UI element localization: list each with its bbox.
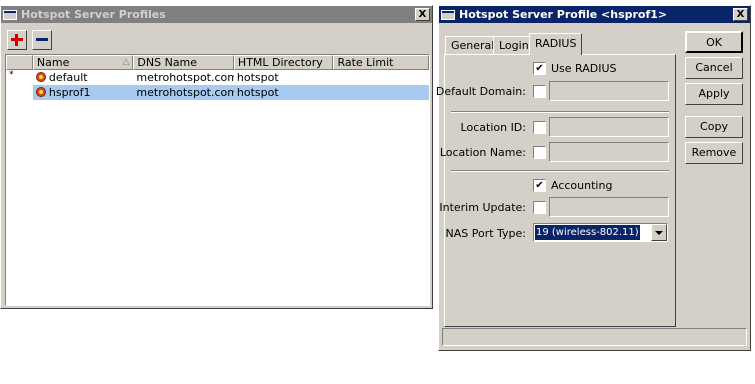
default-domain-label: Default Domain: <box>435 85 526 98</box>
window-icon <box>3 9 17 20</box>
cell-rate-limit <box>333 85 429 100</box>
location-id-checkbox[interactable] <box>533 121 546 134</box>
table-row[interactable]: hsprof1 metrohotspot.com hotspot <box>6 85 429 100</box>
cancel-button[interactable]: Cancel <box>685 57 743 79</box>
nas-port-type-label: NAS Port Type: <box>445 227 526 240</box>
accounting-label: Accounting <box>551 179 613 192</box>
row-marker <box>6 85 33 100</box>
profiles-table: Name △ DNS Name HTML Directory Rate Limi… <box>5 54 430 306</box>
profile-dialog-title: Hotspot Server Profile <hsprof1> <box>459 8 668 21</box>
location-id-field <box>549 117 669 137</box>
interim-update-label: Interim Update: <box>439 201 526 214</box>
table-row[interactable]: * default metrohotspot.com hotspot <box>6 70 429 85</box>
column-marker[interactable] <box>6 55 33 70</box>
profile-icon <box>35 72 46 82</box>
profiles-title: Hotspot Server Profiles <box>21 8 166 21</box>
close-button[interactable]: X <box>733 8 748 21</box>
location-name-label: Location Name: <box>439 146 526 159</box>
cell-dns-name: metrohotspot.com <box>136 86 234 99</box>
accounting-checkbox[interactable]: ✔ <box>533 179 546 192</box>
minus-icon <box>36 38 48 41</box>
interim-update-checkbox[interactable] <box>533 201 546 214</box>
column-rate-limit[interactable]: Rate Limit <box>333 55 429 70</box>
location-name-field <box>549 142 669 162</box>
window-icon <box>441 9 455 20</box>
cell-dns-name: metrohotspot.com <box>136 71 234 84</box>
cell-rate-limit <box>333 70 429 85</box>
location-name-checkbox[interactable] <box>533 146 546 159</box>
use-radius-checkbox[interactable]: ✔ <box>533 62 546 75</box>
status-bar <box>442 328 747 346</box>
cell-html-directory: hotspot <box>236 71 279 84</box>
nas-port-type-value: 19 (wireless-802.11) <box>535 225 640 240</box>
divider <box>451 111 669 113</box>
apply-button[interactable]: Apply <box>685 83 743 105</box>
remove-button[interactable] <box>32 30 52 50</box>
copy-button[interactable]: Copy <box>685 116 743 138</box>
profile-icon <box>35 87 46 97</box>
column-html-directory[interactable]: HTML Directory <box>233 55 334 70</box>
interim-update-field <box>549 197 669 217</box>
table-header: Name △ DNS Name HTML Directory Rate Limi… <box>6 55 429 70</box>
radius-tab-panel: ✔ Use RADIUS Default Domain: Location ID… <box>436 54 676 327</box>
chevron-down-icon[interactable] <box>651 224 667 241</box>
cell-name: hsprof1 <box>33 85 134 100</box>
default-domain-checkbox[interactable] <box>533 85 546 98</box>
ok-button[interactable]: OK <box>685 31 743 53</box>
add-button[interactable] <box>7 30 27 50</box>
use-radius-label: Use RADIUS <box>551 62 617 75</box>
tab-radius[interactable]: RADIUS <box>529 33 583 55</box>
cell-name: default <box>33 70 134 85</box>
close-button[interactable]: X <box>415 8 430 21</box>
profile-dialog-titlebar[interactable]: Hotspot Server Profile <hsprof1> X <box>439 6 750 23</box>
sort-ascending-icon: △ <box>122 57 130 67</box>
profile-dialog: Hotspot Server Profile <hsprof1> X Gener… <box>436 5 751 351</box>
profiles-titlebar[interactable]: Hotspot Server Profiles X <box>1 6 432 23</box>
profiles-window: Hotspot Server Profiles X Name △ DNS Nam… <box>0 5 433 309</box>
divider <box>451 170 669 172</box>
nas-port-type-select[interactable]: 19 (wireless-802.11) <box>533 223 668 242</box>
cell-html-directory: hotspot <box>236 86 279 99</box>
remove-button[interactable]: Remove <box>685 142 743 164</box>
row-marker: * <box>9 70 14 80</box>
column-name[interactable]: Name △ <box>32 55 134 70</box>
location-id-label: Location ID: <box>460 121 526 134</box>
column-dns-name[interactable]: DNS Name <box>133 55 234 70</box>
default-domain-field <box>549 81 669 101</box>
